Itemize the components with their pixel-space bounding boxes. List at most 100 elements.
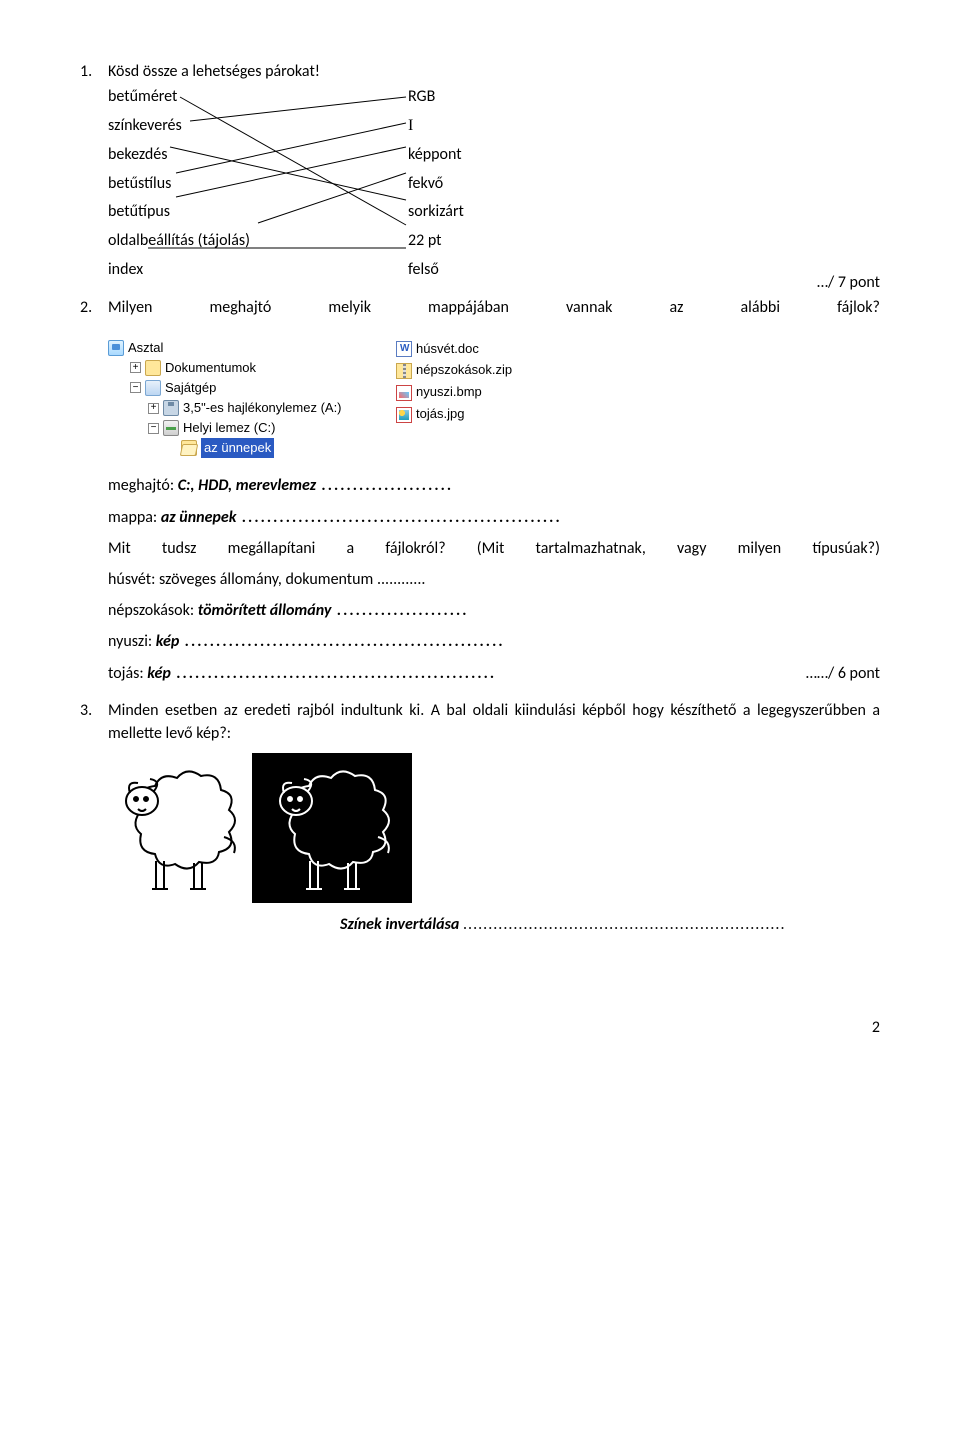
answer-value: tömörített állomány <box>198 601 469 620</box>
mit-word: tudsz <box>162 537 197 560</box>
q2-number: 2. <box>80 296 108 319</box>
pair-left-item: színkeverés <box>108 114 250 139</box>
tree-item-documents: + Dokumentumok <box>108 358 368 378</box>
answer-label: nyuszi: <box>108 632 156 651</box>
mit-word: (Mit <box>477 537 505 560</box>
mit-word: vagy <box>677 537 706 560</box>
q2-word: az <box>669 296 683 319</box>
file-name: nyuszi.bmp <box>416 383 482 402</box>
sheep-inverted <box>252 753 412 903</box>
answer-invert: Színek invertálása <box>340 913 880 936</box>
tree-item-floppy: + 3,5"-es hajlékonylemez (A:) <box>108 398 368 418</box>
explorer-screenshot: Asztal + Dokumentumok − Sajátgép + 3,5"-… <box>108 338 880 459</box>
zip-icon <box>396 363 412 379</box>
pair-left-item: betűméret <box>108 85 250 110</box>
tree-label: Sajátgép <box>165 378 216 398</box>
file-row: nyuszi.bmp <box>396 383 512 402</box>
jpg-icon <box>396 407 412 423</box>
file-row: tojás.jpg <box>396 405 512 424</box>
sheep-original <box>108 753 248 903</box>
folder-open-icon <box>181 440 197 456</box>
pair-left-item: oldalbeállítás (tájolás) <box>108 229 250 254</box>
q2-word: alábbi <box>741 296 780 319</box>
file-name: népszokások.zip <box>416 361 512 380</box>
q3-text: Minden esetben az eredeti rajból indultu… <box>108 699 880 745</box>
question-3: 3. Minden esetben az eredeti rajból indu… <box>80 699 880 745</box>
pair-left-item: bekezdés <box>108 143 250 168</box>
tree-item-drive-c: − Helyi lemez (C:) <box>108 418 368 438</box>
pair-right-item: fekvő <box>408 172 464 197</box>
answer-nyuszi: nyuszi: kép <box>108 630 880 653</box>
tree-item-selected: az ünnepek <box>108 438 368 458</box>
file-row: népszokások.zip <box>396 361 512 380</box>
answer-value: szöveges állomány, dokumentum ..........… <box>159 570 425 589</box>
mit-word: tartalmazhatnak, <box>536 537 646 560</box>
q2-text: Milyen meghajtó melyik mappájában vannak… <box>108 296 880 319</box>
pair-right-item: I <box>408 114 464 139</box>
desktop-icon <box>108 340 124 356</box>
pair-right-item: felső <box>408 258 464 283</box>
answer-value: az ünnepek <box>161 508 562 527</box>
q2-word: fájlok? <box>837 296 880 319</box>
tree-label: 3,5"-es hajlékonylemez (A:) <box>183 398 342 418</box>
answer-folder: mappa: az ünnepek <box>108 506 880 529</box>
pair-right-item: RGB <box>408 85 464 110</box>
answer-nepszokasok: népszokások: tömörített állomány <box>108 599 880 622</box>
q3-number: 3. <box>80 699 108 722</box>
file-list: húsvét.doc népszokások.zip nyuszi.bmp to… <box>396 340 512 424</box>
mit-word: típusúak?) <box>812 537 880 560</box>
q2-word: meghajtó <box>210 296 272 319</box>
floppy-icon <box>163 400 179 416</box>
mit-word: Mit <box>108 537 131 560</box>
sheep-images <box>108 753 880 903</box>
q2-word: vannak <box>566 296 612 319</box>
mit-question: Mit tudsz megállapítani a fájlokról? (Mi… <box>108 537 880 560</box>
bmp-icon <box>396 385 412 401</box>
mit-word: a <box>346 537 354 560</box>
pair-left-item: index <box>108 258 250 283</box>
invert-value: Színek invertálása <box>340 915 459 934</box>
pair-right-item: 22 pt <box>408 229 464 254</box>
mit-word: milyen <box>738 537 782 560</box>
collapse-icon: − <box>130 382 141 393</box>
folder-icon <box>145 360 161 376</box>
dot-run <box>463 915 786 934</box>
pair-right-item: sorkizárt <box>408 200 464 225</box>
expand-icon: + <box>148 403 159 414</box>
matching-area: betűméret színkeverés bekezdés betűstílu… <box>108 85 880 265</box>
q1-title: Kösd össze a lehetséges párokat! <box>108 60 880 83</box>
pair-right-col: RGB I képpont fekvő sorkizárt 22 pt fels… <box>408 85 464 283</box>
answer-label: meghajtó: <box>108 476 178 495</box>
file-row: húsvét.doc <box>396 340 512 359</box>
answer-value: kép <box>156 632 505 651</box>
tree-label: Asztal <box>128 338 163 358</box>
pair-left-item: betűtípus <box>108 200 250 225</box>
answer-label: húsvét: <box>108 570 159 589</box>
answer-left: tojás: kép <box>108 662 496 685</box>
answer-tojas: tojás: kép ……/ 6 pont <box>108 662 880 685</box>
q2-word: Milyen <box>108 296 152 319</box>
folder-tree: Asztal + Dokumentumok − Sajátgép + 3,5"-… <box>108 338 368 459</box>
mit-word: megállapítani <box>228 537 316 560</box>
doc-icon <box>396 341 412 357</box>
pair-right-item: képpont <box>408 143 464 168</box>
answer-label: mappa: <box>108 508 161 527</box>
computer-icon <box>145 380 161 396</box>
tree-label-selected: az ünnepek <box>201 438 274 458</box>
file-name: tojás.jpg <box>416 405 464 424</box>
tree-item-computer: − Sajátgép <box>108 378 368 398</box>
answer-value: kép <box>147 664 496 683</box>
pair-left-col: betűméret színkeverés bekezdés betűstílu… <box>108 85 250 283</box>
tree-item-desktop: Asztal <box>108 338 368 358</box>
tree-label: Helyi lemez (C:) <box>183 418 275 438</box>
q2-word: melyik <box>328 296 371 319</box>
q2-word: mappájában <box>428 296 509 319</box>
file-name: húsvét.doc <box>416 340 479 359</box>
answer-label: tojás: <box>108 664 147 683</box>
question-2: 2. Milyen meghajtó melyik mappájában van… <box>80 296 880 319</box>
drive-icon <box>163 420 179 436</box>
collapse-icon: − <box>148 423 159 434</box>
question-1: 1. Kösd össze a lehetséges párokat! <box>80 60 880 83</box>
expand-icon: + <box>130 362 141 373</box>
answer-label: népszokások: <box>108 601 198 620</box>
